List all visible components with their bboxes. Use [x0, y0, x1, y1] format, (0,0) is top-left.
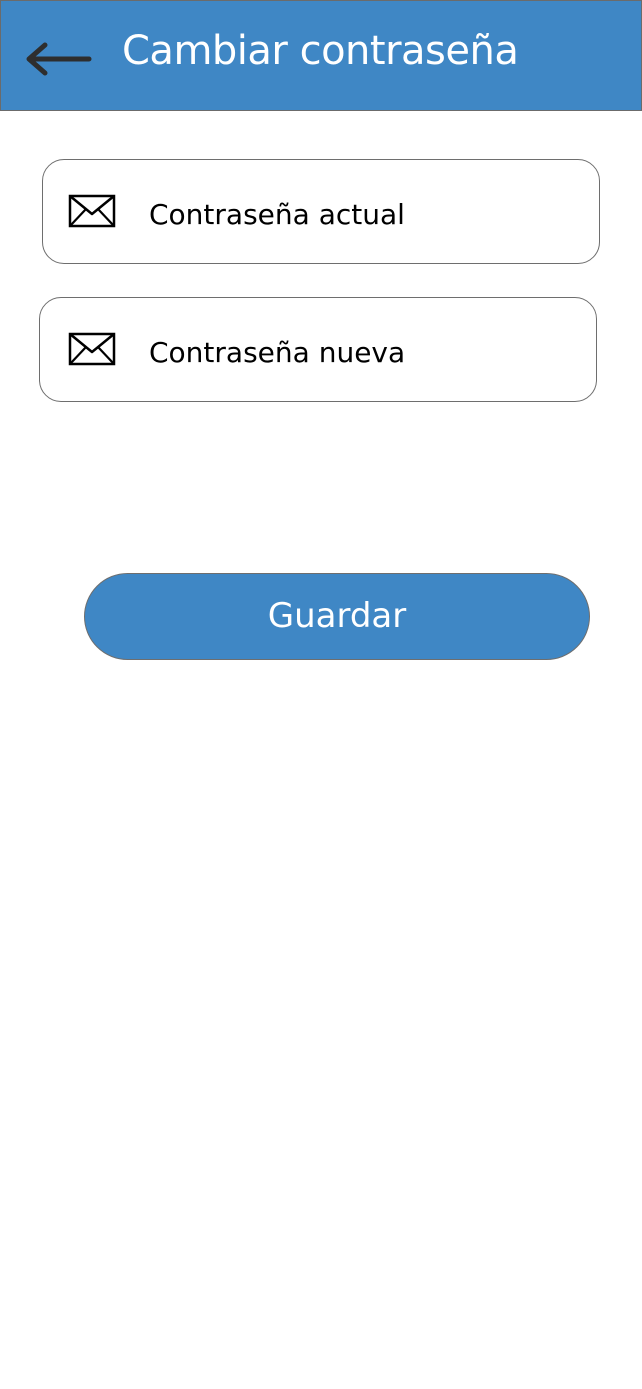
new-password-input[interactable] — [149, 332, 529, 372]
back-button[interactable] — [19, 31, 97, 87]
change-password-screen: Cambiar contraseña Guardar — [0, 0, 642, 1389]
new-password-field[interactable] — [39, 297, 597, 402]
page-title: Cambiar contraseña — [122, 28, 519, 74]
current-password-field[interactable] — [42, 159, 600, 264]
arrow-left-icon — [26, 42, 92, 76]
envelope-icon — [68, 193, 116, 229]
envelope-icon — [68, 331, 116, 367]
app-header: Cambiar contraseña — [0, 0, 642, 111]
current-password-input[interactable] — [149, 194, 529, 234]
save-button[interactable]: Guardar — [84, 573, 590, 660]
